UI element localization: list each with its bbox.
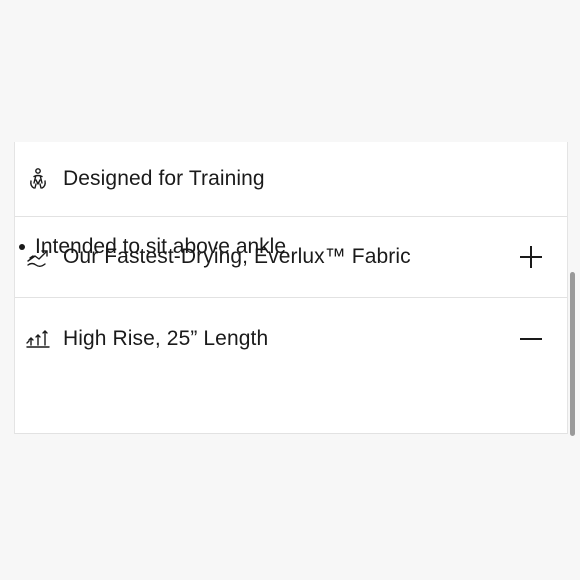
accordion-item-designed-for-training: Designed for Training [15,142,567,217]
accordion-item-label: High Rise, 25” Length [63,326,269,350]
scrollbar[interactable] [570,272,575,436]
product-features-accordion: Designed for Training Our Fastest-Drying… [14,142,568,434]
rise-length-icon [26,327,50,351]
detail-text: Intended to sit above ankle [35,235,287,258]
accordion-item-rise-length: High Rise, 25” Length [15,298,567,434]
bullet-dot-icon [19,244,25,250]
accordion-item-label: Designed for Training [63,167,265,190]
accordion-item-header[interactable]: High Rise, 25” Length [15,298,567,379]
detail-bullet: Intended to sit above ankle [19,235,286,259]
minus-icon[interactable] [519,327,543,351]
person-training-icon [26,167,50,191]
plus-icon[interactable] [519,245,543,269]
